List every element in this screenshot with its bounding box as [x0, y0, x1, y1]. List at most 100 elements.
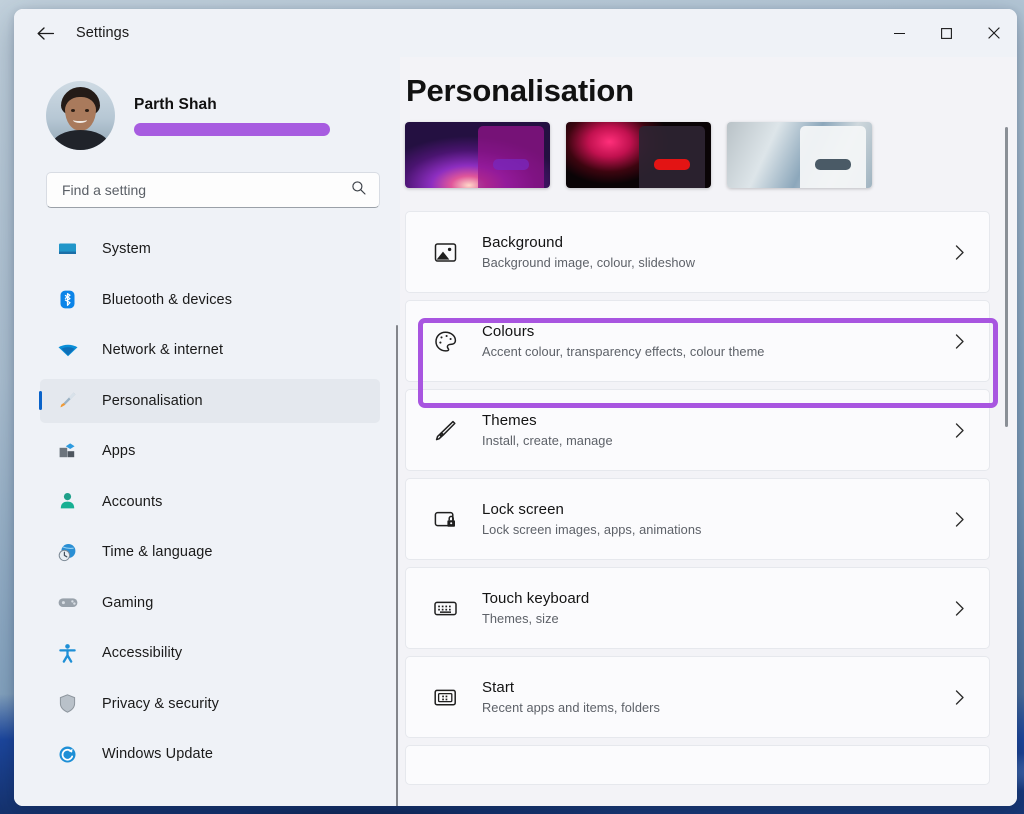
card-title: Colours — [482, 323, 535, 340]
card-title: Start — [482, 679, 515, 696]
sidebar-item-windows-update[interactable]: Windows Update — [40, 732, 380, 776]
sidebar-scroll-divider — [396, 325, 398, 806]
sidebar-item-time-language[interactable]: Time & language — [40, 530, 380, 574]
main-scroll-area: Personalisation Background Background im… — [400, 57, 1017, 806]
profile-name: Parth Shah — [134, 96, 217, 113]
sidebar-item-bluetooth-devices[interactable]: Bluetooth & devices — [40, 278, 380, 322]
chevron-right-icon[interactable] — [948, 333, 970, 350]
settings-window: Settings Parth Shah Find a setting Syste… — [14, 9, 1017, 806]
gamepad-icon — [57, 592, 83, 614]
card-text: Lock screen Lock screen images, apps, an… — [482, 501, 948, 537]
card-subtitle: Accent colour, transparency effects, col… — [482, 344, 765, 359]
card-text: Touch keyboard Themes, size — [482, 590, 948, 626]
paintbrush-icon — [57, 390, 83, 412]
theme-accent-swatch — [815, 159, 851, 170]
minimize-button[interactable] — [876, 9, 923, 57]
settings-card-lock-screen[interactable]: Lock screen Lock screen images, apps, an… — [405, 478, 990, 560]
bluetooth-icon — [57, 289, 83, 311]
search-box[interactable] — [46, 172, 380, 208]
theme-window-preview — [639, 126, 705, 188]
person-icon — [57, 491, 83, 513]
chevron-right-icon[interactable] — [948, 600, 970, 617]
settings-card-partial[interactable] — [405, 745, 990, 785]
sidebar-item-gaming[interactable]: Gaming — [40, 581, 380, 625]
chevron-right-icon[interactable] — [948, 689, 970, 706]
sidebar-item-accounts[interactable]: Accounts — [40, 480, 380, 524]
sidebar-item-accessibility[interactable]: Accessibility — [40, 631, 380, 675]
settings-card-themes[interactable]: Themes Install, create, manage — [405, 389, 990, 471]
theme-preview-dark-flower[interactable] — [566, 122, 711, 188]
sidebar-item-label: Accessibility — [102, 645, 183, 661]
search-wrapper — [14, 155, 400, 208]
clock-globe-icon — [57, 541, 83, 563]
card-subtitle: Lock screen images, apps, animations — [482, 522, 702, 537]
sidebar: Parth Shah Find a setting System Bluetoo… — [14, 57, 400, 806]
theme-preview-light-flow[interactable] — [727, 122, 872, 188]
avatar-shirt — [52, 129, 109, 150]
sidebar-item-label: Apps — [102, 443, 136, 459]
app-title: Settings — [76, 25, 130, 41]
sidebar-item-apps[interactable]: Apps — [40, 429, 380, 473]
main-pane: Personalisation Background Background im… — [400, 57, 1017, 806]
theme-preview-purple-bloom[interactable] — [405, 122, 550, 188]
search-input[interactable] — [62, 182, 351, 198]
profile-text: Parth Shah — [134, 94, 330, 136]
main-scrollbar[interactable] — [1002, 117, 1011, 798]
page-title: Personalisation — [406, 73, 634, 108]
chevron-right-icon[interactable] — [948, 422, 970, 439]
sidebar-item-label: Privacy & security — [102, 695, 220, 712]
settings-card-colours[interactable]: Colours Accent colour, transparency effe… — [405, 300, 990, 382]
lock-screen-icon — [428, 506, 463, 533]
start-menu-icon — [428, 684, 463, 711]
back-arrow-icon — [36, 25, 55, 42]
avatar-eye-left — [71, 108, 75, 112]
user-profile[interactable]: Parth Shah — [14, 57, 400, 155]
card-text: Start Recent apps and items, folders — [482, 679, 948, 715]
card-subtitle: Install, create, manage — [482, 433, 613, 448]
close-button[interactable] — [970, 9, 1017, 57]
sidebar-item-network-internet[interactable]: Network & internet — [40, 328, 380, 372]
paintbrush-icon — [428, 417, 463, 444]
apps-icon — [57, 440, 83, 462]
search-icon[interactable] — [351, 180, 367, 201]
profile-email-redacted — [134, 123, 330, 136]
chevron-right-icon[interactable] — [948, 511, 970, 528]
avatar-smile — [73, 117, 87, 123]
sidebar-item-label: Time & language — [102, 544, 213, 560]
sidebar-item-system[interactable]: System — [40, 227, 380, 271]
avatar-face — [65, 96, 96, 131]
card-subtitle: Background image, colour, slideshow — [482, 255, 696, 270]
avatar-eye-right — [85, 108, 89, 112]
theme-accent-swatch — [654, 159, 690, 170]
settings-card-start[interactable]: Start Recent apps and items, folders — [405, 656, 990, 738]
card-text: Background Background image, colour, sli… — [482, 234, 948, 270]
chevron-right-icon[interactable] — [948, 244, 970, 261]
shield-icon — [57, 693, 83, 715]
main-scrollbar-thumb[interactable] — [1005, 127, 1008, 427]
sidebar-item-label: System — [102, 241, 151, 257]
palette-icon — [428, 328, 463, 355]
sidebar-nav: System Bluetooth & devices Network & int… — [14, 208, 400, 776]
back-button[interactable] — [28, 18, 62, 48]
picture-icon — [428, 239, 463, 266]
theme-window-preview — [478, 126, 544, 188]
sidebar-item-personalisation[interactable]: Personalisation — [39, 378, 380, 423]
window-controls — [876, 9, 1017, 57]
card-subtitle: Themes, size — [482, 611, 559, 626]
card-text: Themes Install, create, manage — [482, 412, 948, 448]
maximize-icon — [940, 27, 953, 40]
theme-previews — [405, 122, 990, 188]
card-subtitle: Recent apps and items, folders — [482, 700, 660, 715]
settings-card-touch-keyboard[interactable]: Touch keyboard Themes, size — [405, 567, 990, 649]
card-title: Themes — [482, 412, 537, 429]
card-title: Background — [482, 234, 564, 251]
sidebar-item-label: Windows Update — [102, 746, 214, 762]
sidebar-item-privacy-security[interactable]: Privacy & security — [40, 682, 380, 726]
monitor-icon — [57, 238, 83, 260]
update-refresh-icon — [57, 743, 83, 765]
settings-card-background[interactable]: Background Background image, colour, sli… — [405, 211, 990, 293]
card-title: Lock screen — [482, 501, 564, 518]
sidebar-item-label: Bluetooth & devices — [102, 291, 233, 308]
maximize-button[interactable] — [923, 9, 970, 57]
avatar — [46, 80, 115, 150]
